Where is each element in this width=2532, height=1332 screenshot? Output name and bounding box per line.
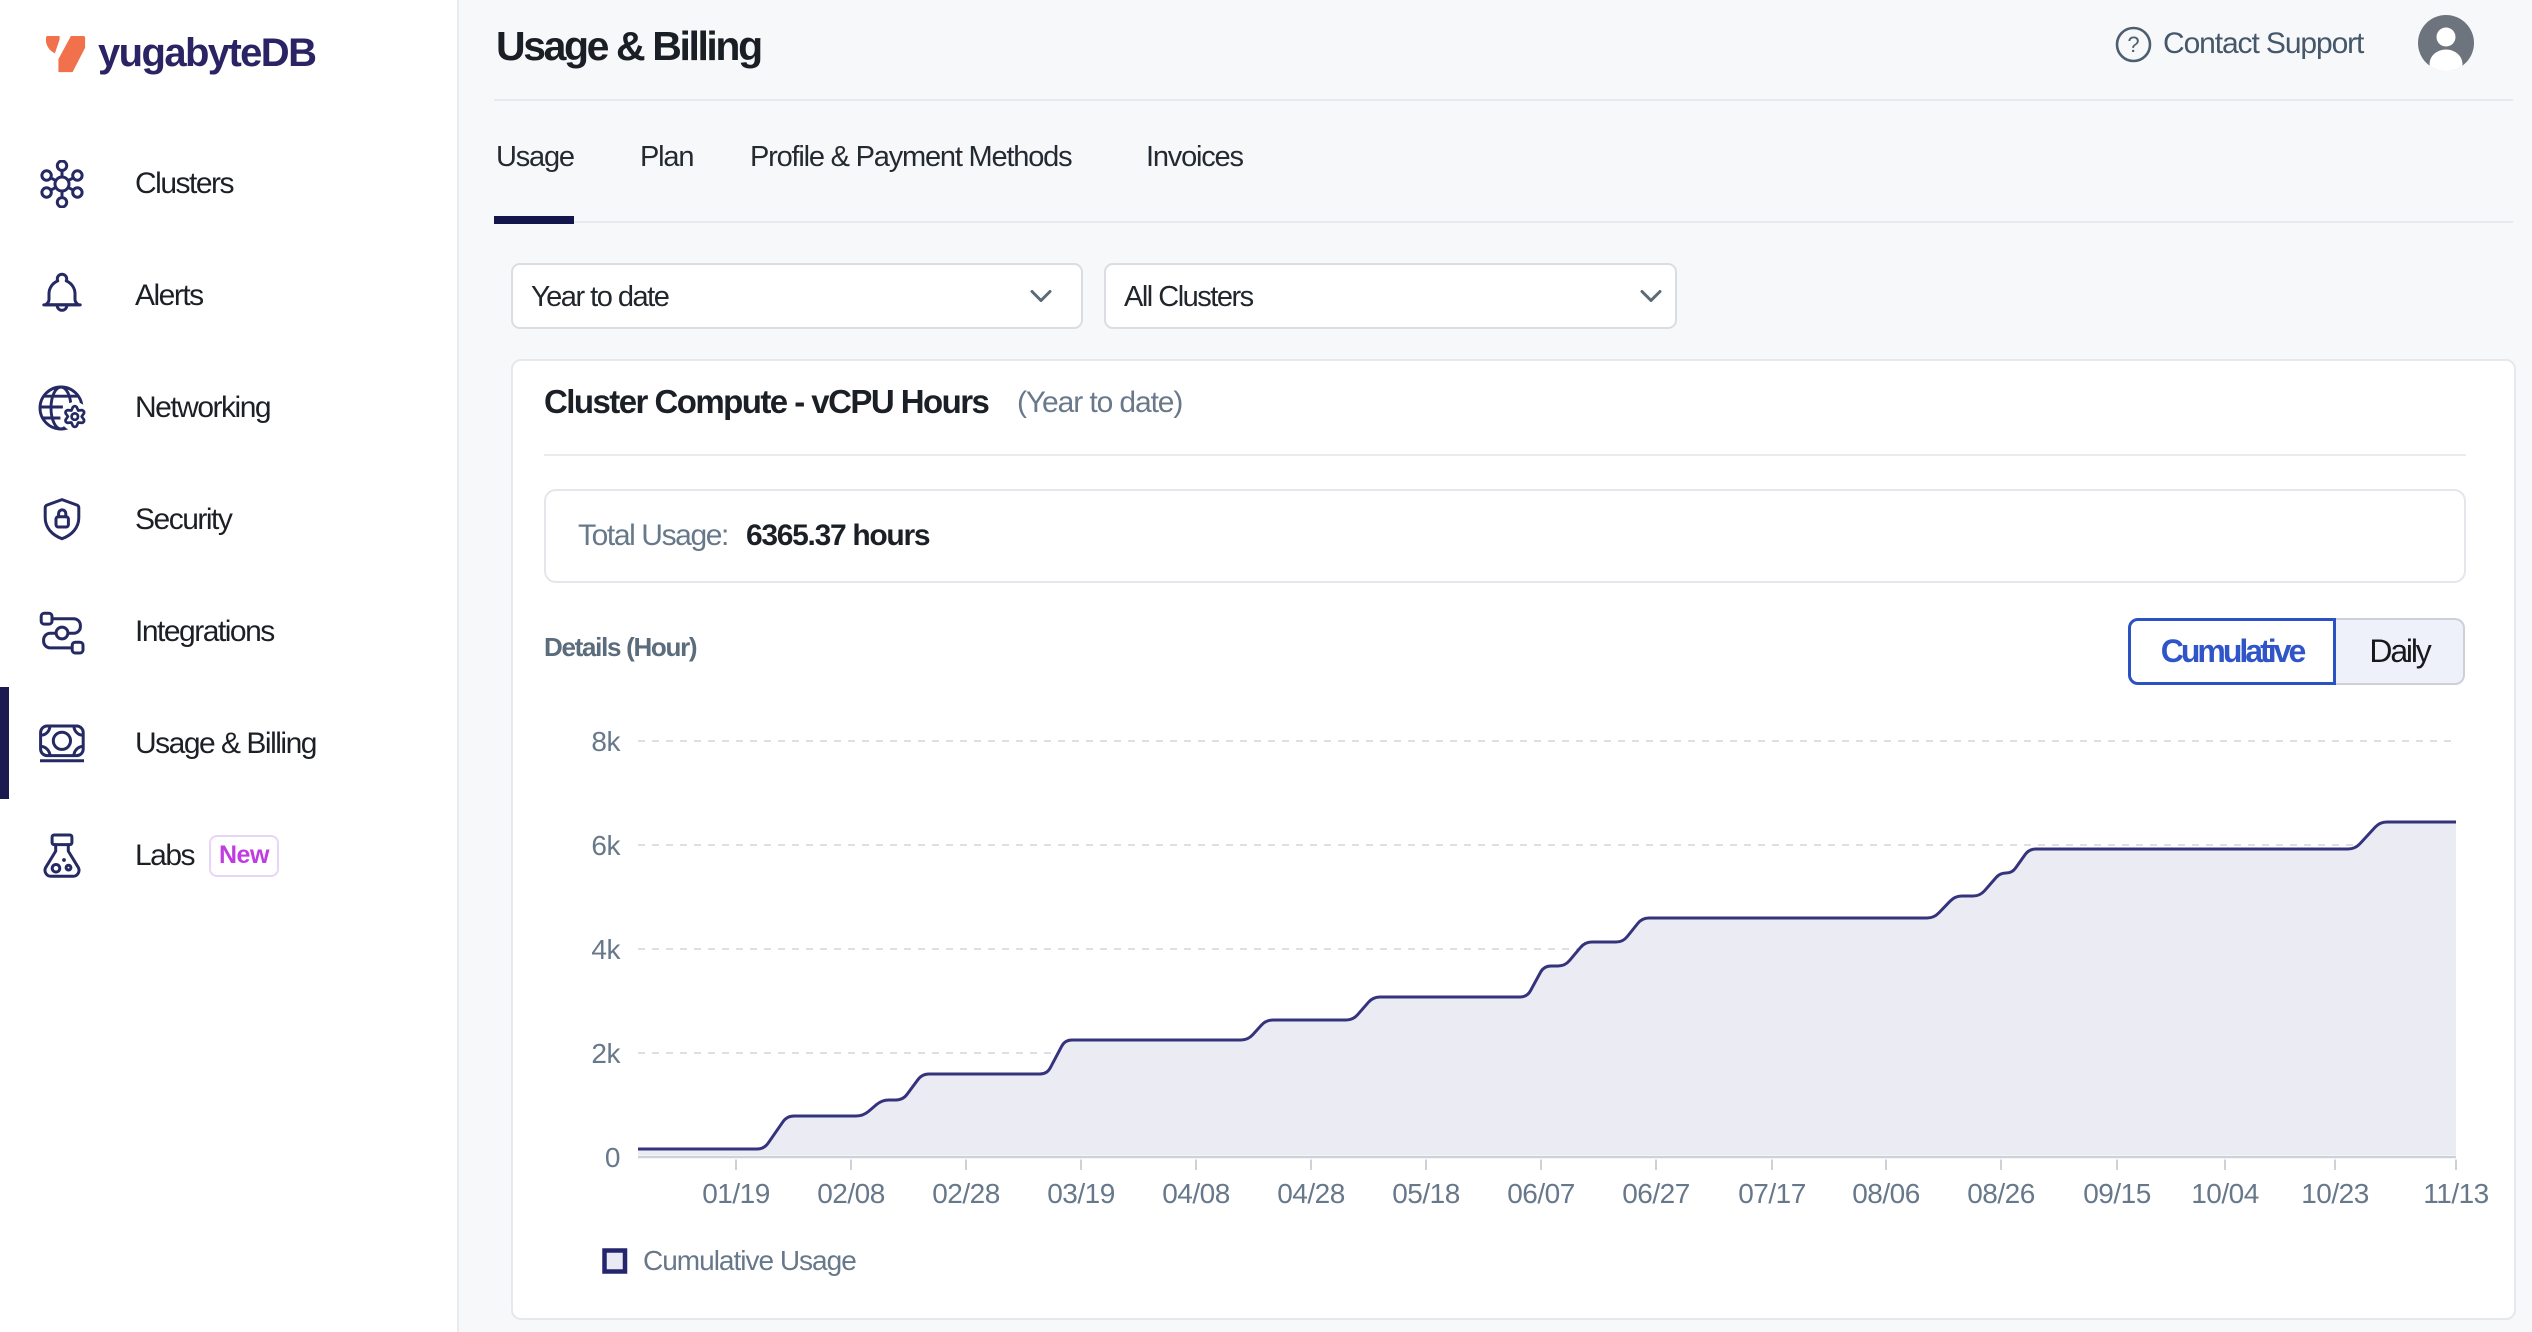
svg-text:02/28: 02/28 [932,1178,1000,1209]
svg-text:6k: 6k [591,830,621,861]
svg-text:03/19: 03/19 [1047,1178,1115,1209]
svg-text:06/07: 06/07 [1507,1178,1575,1209]
svg-text:01/19: 01/19 [702,1178,770,1209]
svg-text:08/06: 08/06 [1852,1178,1920,1209]
svg-text:05/18: 05/18 [1392,1178,1460,1209]
svg-text:10/23: 10/23 [2301,1178,2369,1209]
svg-text:4k: 4k [591,934,621,965]
svg-text:06/27: 06/27 [1622,1178,1690,1209]
svg-text:02/08: 02/08 [817,1178,885,1209]
svg-text:8k: 8k [591,726,621,757]
svg-text:07/17: 07/17 [1738,1178,1806,1209]
svg-text:0: 0 [605,1142,620,1173]
svg-text:?: ? [2127,32,2139,57]
svg-text:10/04: 10/04 [2191,1178,2259,1209]
svg-text:04/08: 04/08 [1162,1178,1230,1209]
svg-text:Cumulative Usage: Cumulative Usage [643,1245,856,1276]
svg-text:09/15: 09/15 [2083,1178,2151,1209]
svg-text:08/26: 08/26 [1967,1178,2035,1209]
svg-text:11/13: 11/13 [2423,1178,2489,1209]
svg-text:2k: 2k [591,1038,621,1069]
svg-text:04/28: 04/28 [1277,1178,1345,1209]
